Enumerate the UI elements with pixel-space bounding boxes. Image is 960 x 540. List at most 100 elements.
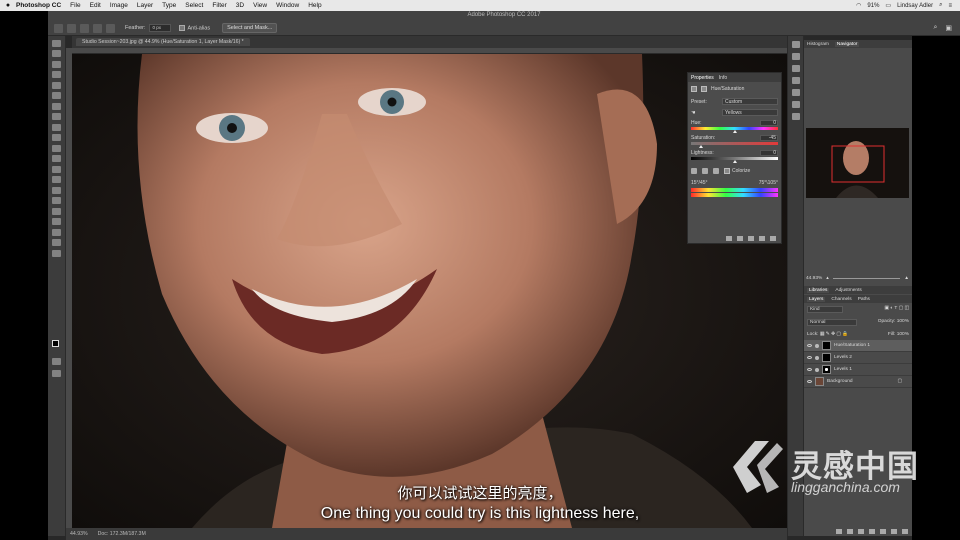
view-previous-icon[interactable] — [737, 236, 743, 241]
fx-icon[interactable] — [847, 529, 853, 534]
quick-select-tool-icon[interactable] — [52, 71, 61, 78]
menu-filter[interactable]: Filter — [212, 2, 226, 9]
saturation-value[interactable]: -45 — [760, 135, 778, 141]
user-name[interactable]: Lindsay Adler — [897, 3, 933, 9]
tab-info[interactable]: Info — [719, 75, 727, 81]
menu-edit[interactable]: Edit — [90, 2, 101, 9]
tab-properties[interactable]: Properties — [691, 75, 714, 81]
trash-icon[interactable] — [770, 236, 776, 241]
menu-select[interactable]: Select — [185, 2, 203, 9]
lightness-value[interactable]: 0 — [760, 150, 778, 156]
eye-icon[interactable] — [807, 344, 812, 347]
brush-settings-icon[interactable] — [791, 89, 800, 96]
reset-icon[interactable] — [748, 236, 754, 241]
eyedropper-icon[interactable] — [691, 168, 697, 174]
tab-paths[interactable]: Paths — [858, 297, 870, 302]
eye-icon[interactable] — [807, 356, 812, 359]
feather-input[interactable]: 0 px — [149, 24, 172, 32]
document-tab[interactable]: Studio Session~203.jpg @ 44.9% (Hue/Satu… — [76, 38, 250, 46]
navigator-zoom-value[interactable]: 44.93% — [806, 276, 822, 281]
anti-alias-checkbox[interactable]: Anti-alias — [179, 24, 210, 31]
layer-thumbnail[interactable] — [815, 377, 824, 386]
menu-view[interactable]: View — [253, 2, 267, 9]
doc-size[interactable]: Doc: 172.3M/187.3M — [98, 531, 146, 537]
add-mask-icon[interactable] — [858, 529, 864, 534]
tab-channels[interactable]: Channels — [831, 297, 851, 302]
eyedropper-tool-icon[interactable] — [52, 92, 61, 99]
shape-tool-icon[interactable] — [52, 218, 61, 225]
layer-mask-thumbnail[interactable] — [822, 365, 831, 374]
new-layer-icon[interactable] — [891, 529, 897, 534]
menu-type[interactable]: Type — [162, 2, 176, 9]
eye-icon[interactable] — [807, 368, 812, 371]
image-canvas[interactable] — [72, 54, 787, 528]
layer-row-levels-1[interactable]: Levels 1 — [804, 364, 912, 376]
clone-stamp-tool-icon[interactable] — [52, 123, 61, 131]
eyedropper-plus-icon[interactable] — [702, 168, 708, 174]
visibility-icon[interactable] — [759, 236, 765, 241]
more-tools-icon[interactable] — [52, 249, 61, 257]
new-group-icon[interactable] — [880, 529, 886, 534]
menu-window[interactable]: Window — [276, 2, 299, 9]
dodge-tool-icon[interactable] — [52, 176, 61, 183]
battery-icon[interactable]: ▭ — [885, 2, 891, 9]
hue-value[interactable]: 0 — [760, 120, 778, 126]
path-select-tool-icon[interactable] — [52, 207, 61, 215]
trash-icon[interactable] — [902, 529, 908, 534]
character-icon[interactable] — [791, 101, 800, 108]
zoom-readout[interactable]: 44.93% — [70, 531, 88, 537]
filter-icons[interactable]: ▣ ◐ T ▢ ◫ — [884, 306, 909, 313]
search-icon[interactable]: ⌕ — [933, 24, 937, 32]
zoom-tool-icon[interactable] — [52, 239, 61, 246]
search-icon[interactable]: ⌕ — [939, 2, 942, 9]
hand-tool-icon[interactable] — [52, 228, 61, 236]
new-adjustment-icon[interactable] — [869, 529, 875, 534]
zoom-slider[interactable] — [832, 278, 901, 279]
tab-libraries[interactable]: Libraries — [807, 287, 830, 293]
tab-navigator[interactable]: Navigator — [834, 41, 860, 47]
type-tool-icon[interactable] — [52, 197, 61, 204]
layer-row-background[interactable]: Background ▢ — [804, 376, 912, 388]
paragraph-icon[interactable] — [791, 113, 800, 120]
navigator-preview[interactable] — [806, 128, 909, 198]
history-icon[interactable] — [791, 41, 800, 48]
fill-value[interactable]: 100% — [897, 332, 909, 337]
channel-select[interactable]: Yellows — [722, 109, 778, 116]
opacity-value[interactable]: 100% — [897, 319, 909, 324]
menu-file[interactable]: File — [70, 2, 80, 9]
blend-mode-select[interactable]: Normal — [807, 319, 857, 326]
tab-histogram[interactable]: Histogram — [807, 42, 829, 47]
gradient-tool-icon[interactable] — [52, 155, 61, 162]
intersect-selection-icon[interactable] — [106, 23, 115, 33]
hand-adjust-icon[interactable]: ☚ — [691, 110, 695, 116]
layer-kind-select[interactable]: Kind — [807, 306, 843, 313]
layer-row-hue-saturation[interactable]: Hue/Saturation 1 — [804, 340, 912, 352]
layer-mask-thumbnail[interactable] — [822, 341, 831, 350]
workspace-icon[interactable]: ▣ — [945, 24, 952, 32]
crop-tool-icon[interactable] — [52, 81, 61, 89]
tab-layers[interactable]: Layers — [807, 296, 826, 302]
lasso-tool-icon[interactable] — [52, 60, 61, 68]
preset-select[interactable]: Custom — [722, 98, 778, 105]
menu-layer[interactable]: Layer — [137, 2, 153, 9]
healing-tool-icon[interactable] — [52, 102, 61, 110]
zoom-out-icon[interactable]: ▴ — [826, 276, 828, 281]
eraser-tool-icon[interactable] — [52, 144, 61, 152]
marquee-tool-icon[interactable] — [52, 50, 61, 57]
layer-mask-thumbnail[interactable] — [822, 353, 831, 362]
layer-row-levels-2[interactable]: Levels 2 — [804, 352, 912, 364]
menu-3d[interactable]: 3D — [236, 2, 244, 9]
blur-tool-icon[interactable] — [52, 165, 61, 173]
subtract-selection-icon[interactable] — [93, 23, 102, 33]
foreground-color-swatch[interactable] — [52, 340, 59, 347]
history-brush-tool-icon[interactable] — [52, 134, 61, 141]
eyedropper-minus-icon[interactable] — [713, 168, 719, 174]
actions-icon[interactable] — [791, 53, 800, 60]
pen-tool-icon[interactable] — [52, 186, 61, 194]
lasso-tool-icon[interactable] — [54, 23, 63, 33]
zoom-in-icon[interactable]: ▲ — [904, 276, 909, 281]
app-name[interactable]: Photoshop CC — [16, 2, 61, 9]
battery-label[interactable]: 91% — [867, 3, 879, 9]
quick-mask-icon[interactable] — [52, 358, 61, 365]
color-range-bar-bottom[interactable] — [691, 193, 778, 197]
